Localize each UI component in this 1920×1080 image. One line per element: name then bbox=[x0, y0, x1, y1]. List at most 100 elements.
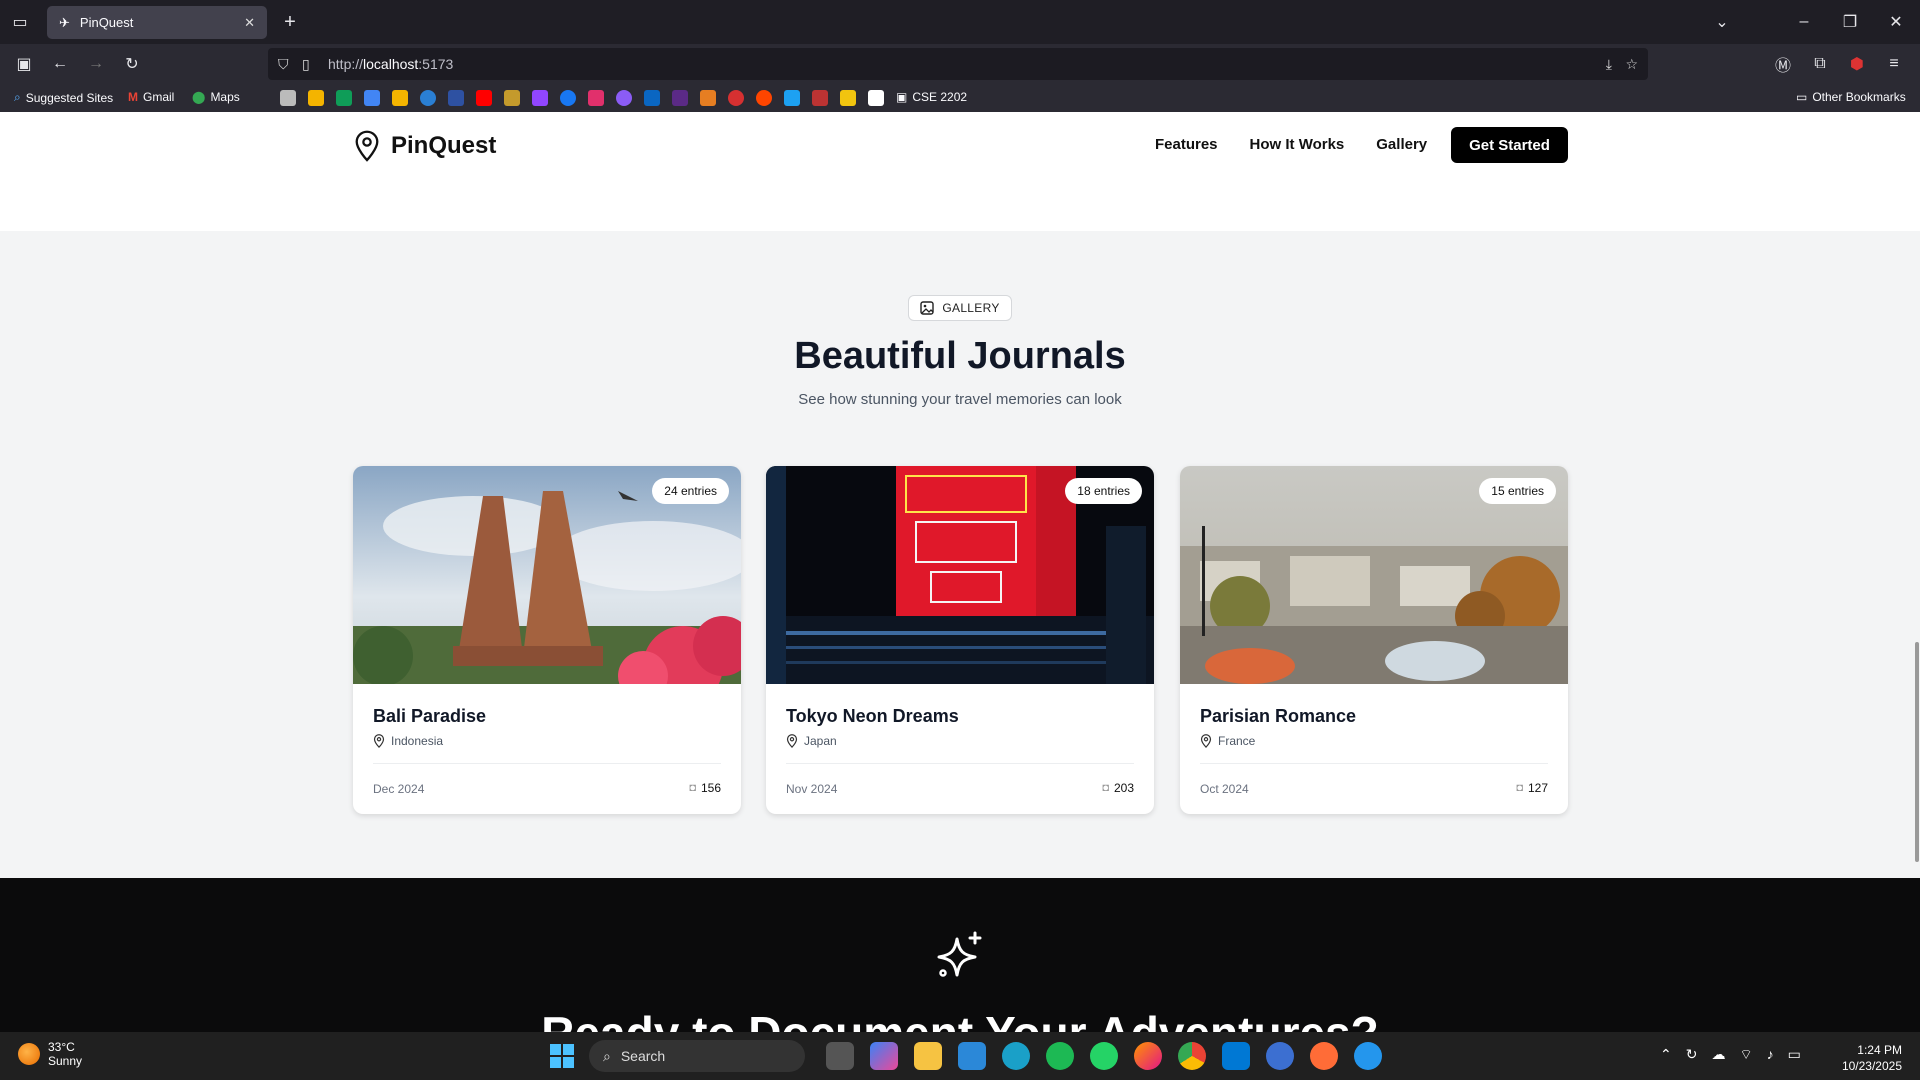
file-explorer-icon[interactable] bbox=[914, 1042, 942, 1070]
reload-icon[interactable]: ↻ bbox=[118, 50, 146, 78]
search-icon: ⌕ bbox=[14, 90, 21, 104]
search-icon: ⌕ bbox=[603, 1047, 611, 1064]
reddit-icon[interactable] bbox=[756, 90, 772, 106]
url-port: :5173 bbox=[418, 56, 454, 72]
section-subtitle: See how stunning your travel memories ca… bbox=[798, 391, 1122, 408]
mal-icon[interactable] bbox=[448, 90, 464, 106]
sidebar-icon[interactable]: ▣ bbox=[10, 50, 38, 78]
linkedin-icon[interactable] bbox=[644, 90, 660, 106]
map-pin-icon bbox=[786, 734, 798, 748]
chrome-icon[interactable] bbox=[1178, 1042, 1206, 1070]
store-icon[interactable] bbox=[958, 1042, 986, 1070]
volume-icon[interactable]: ♪ bbox=[1767, 1046, 1774, 1064]
nav-features[interactable]: Features bbox=[1155, 136, 1218, 153]
chart-icon[interactable] bbox=[840, 90, 856, 106]
docker-icon[interactable] bbox=[1354, 1042, 1382, 1070]
twitter-icon[interactable] bbox=[784, 90, 800, 106]
journal-card-bali[interactable]: 24 entries Bali Paradise Indonesia Dec 2… bbox=[353, 466, 741, 814]
weather-widget[interactable]: 33°C Sunny bbox=[18, 1040, 82, 1068]
site-logo[interactable]: PinQuest bbox=[353, 130, 496, 162]
taskbar-clock[interactable]: 1:24 PM 10/23/2025 bbox=[1842, 1042, 1902, 1074]
firefox-icon[interactable] bbox=[1134, 1042, 1162, 1070]
bookmark-label: CSE 2202 bbox=[912, 90, 968, 104]
photo-count-value: 203 bbox=[1113, 781, 1134, 795]
drive-icon[interactable] bbox=[336, 90, 352, 106]
journal-card-paris[interactable]: 15 entries Parisian Romance France Oct 2… bbox=[1180, 466, 1568, 814]
drive-icon[interactable] bbox=[364, 90, 380, 106]
restore-icon[interactable]: ❐ bbox=[1836, 8, 1864, 36]
windows-start-icon[interactable] bbox=[550, 1044, 574, 1068]
journal-card-tokyo[interactable]: 18 entries Tokyo Neon Dreams Japan Nov 2… bbox=[766, 466, 1154, 814]
whatsapp-icon[interactable] bbox=[1090, 1042, 1118, 1070]
bookmark-icon[interactable] bbox=[672, 90, 688, 106]
bookmark-suggested-sites[interactable]: ⌕ Suggested Sites bbox=[14, 90, 113, 105]
bookmark-icon[interactable] bbox=[504, 90, 520, 106]
qbittorrent-icon[interactable] bbox=[1266, 1042, 1294, 1070]
task-view-icon[interactable] bbox=[826, 1042, 854, 1070]
url-prefix: http:// bbox=[328, 56, 364, 72]
card-title: Parisian Romance bbox=[1200, 706, 1357, 726]
new-tab-icon[interactable]: + bbox=[276, 8, 304, 36]
bookmark-icon[interactable] bbox=[728, 90, 744, 106]
get-started-button[interactable]: Get Started bbox=[1451, 127, 1568, 163]
bookmark-cse[interactable]: ▣ CSE 2202 bbox=[896, 90, 967, 104]
bookmark-icon[interactable] bbox=[280, 90, 296, 106]
scrollbar-thumb[interactable] bbox=[1915, 642, 1919, 862]
menu-icon[interactable]: ≡ bbox=[1880, 50, 1908, 78]
bookmark-gmail[interactable]: M Gmail bbox=[128, 90, 174, 104]
tab-pinquest[interactable]: ✈ PinQuest ✕ bbox=[47, 6, 267, 39]
bookmark-label: Suggested Sites bbox=[25, 90, 114, 105]
copilot-icon[interactable] bbox=[870, 1042, 898, 1070]
bookmark-icon[interactable] bbox=[420, 90, 436, 106]
photo-count-value: 127 bbox=[1527, 781, 1548, 795]
forward-icon[interactable]: → bbox=[82, 50, 110, 78]
page-scrollbar[interactable] bbox=[1914, 112, 1920, 1032]
drive-icon[interactable] bbox=[392, 90, 408, 106]
battery-icon[interactable]: ▭ bbox=[1788, 1046, 1801, 1064]
chevron-up-icon[interactable]: ⌃ bbox=[1660, 1046, 1672, 1064]
messenger-icon[interactable] bbox=[616, 90, 632, 106]
tab-list-icon[interactable]: ▭ bbox=[6, 8, 34, 36]
save-page-icon[interactable]: ⤓ bbox=[1606, 56, 1612, 73]
nav-gallery[interactable]: Gallery bbox=[1376, 136, 1427, 153]
weather-condition: Sunny bbox=[48, 1054, 83, 1068]
cloud-icon[interactable]: ☁ bbox=[1711, 1046, 1725, 1064]
sync-icon[interactable]: ↻ bbox=[1686, 1046, 1698, 1064]
facebook-icon[interactable] bbox=[560, 90, 576, 106]
map-pin-icon bbox=[1200, 734, 1212, 748]
back-icon[interactable]: ← bbox=[46, 50, 74, 78]
page-viewport: PinQuest Features How It Works Gallery G… bbox=[0, 112, 1920, 1032]
ublock-icon[interactable]: ⬢ bbox=[1843, 50, 1871, 78]
close-window-icon[interactable]: ✕ bbox=[1882, 8, 1910, 36]
bookmark-icon[interactable] bbox=[812, 90, 828, 106]
site-header: PinQuest Features How It Works Gallery G… bbox=[0, 112, 1920, 231]
drive-icon[interactable] bbox=[308, 90, 324, 106]
bookmark-other[interactable]: ▭ Other Bookmarks bbox=[1796, 90, 1906, 104]
twitch-icon[interactable] bbox=[532, 90, 548, 106]
account-icon[interactable]: Ⓜ bbox=[1769, 50, 1797, 78]
vscode-icon[interactable] bbox=[1222, 1042, 1250, 1070]
extensions-icon[interactable]: ⧉ bbox=[1806, 50, 1834, 78]
instagram-icon[interactable] bbox=[588, 90, 604, 106]
bookmark-icon[interactable] bbox=[868, 90, 884, 106]
taskbar-search[interactable]: ⌕ Search bbox=[589, 1040, 805, 1072]
bookmark-icon[interactable] bbox=[700, 90, 716, 106]
gallery-badge: GALLERY bbox=[908, 295, 1012, 321]
bookmark-label: Gmail bbox=[143, 90, 175, 104]
minimize-icon[interactable]: – bbox=[1790, 8, 1818, 36]
postman-icon[interactable] bbox=[1310, 1042, 1338, 1070]
star-icon[interactable]: ☆ bbox=[1625, 56, 1638, 73]
weather-temp: 33°C bbox=[48, 1040, 75, 1054]
chevron-down-icon[interactable]: ⌄ bbox=[1708, 8, 1736, 36]
wifi-icon[interactable]: ⌔ bbox=[1739, 1046, 1752, 1064]
edge-icon[interactable] bbox=[1002, 1042, 1030, 1070]
tab-close-icon[interactable]: ✕ bbox=[244, 15, 255, 31]
image-icon: ▣ bbox=[896, 90, 908, 104]
location-label: Japan bbox=[804, 734, 837, 748]
youtube-icon[interactable] bbox=[476, 90, 492, 106]
url-bar[interactable]: ⛉ ▯ http:// localhost :5173 ⤓ ☆ bbox=[268, 48, 1648, 80]
spotify-icon[interactable] bbox=[1046, 1042, 1074, 1070]
nav-how-it-works[interactable]: How It Works bbox=[1250, 136, 1345, 153]
card-title: Bali Paradise bbox=[373, 706, 487, 726]
bookmark-maps[interactable]: ⬤ Maps bbox=[192, 90, 240, 104]
